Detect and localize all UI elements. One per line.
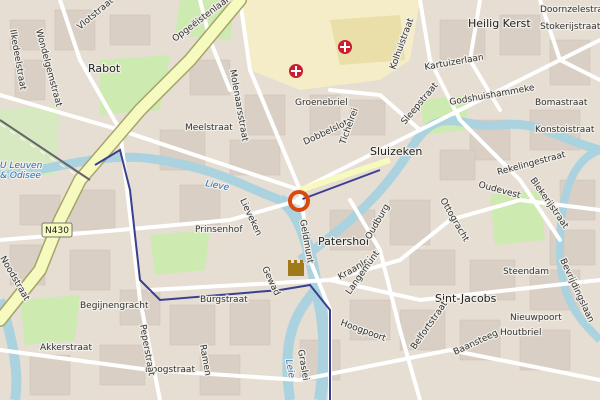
place-label-rabot: Rabot xyxy=(88,62,121,75)
street-label: Meelstraat xyxy=(185,123,233,133)
place-label-leuven: U Leuven & Odisee xyxy=(0,161,43,181)
street-label: Bomastraat xyxy=(535,98,588,108)
road-shield-label: N430 xyxy=(45,226,69,236)
street-label: Steendam xyxy=(503,267,549,277)
road-shield-n430: N430 xyxy=(41,222,73,238)
street-label: Stokerijstraat xyxy=(540,22,600,32)
street-label: Burgstraat xyxy=(200,295,248,305)
castle-icon[interactable] xyxy=(288,260,304,276)
map-canvas[interactable]: N430 Heilig Kerst Doornzelestraat Stoker… xyxy=(0,0,600,400)
map-view[interactable]: N430 Heilig Kerst Doornzelestraat Stoker… xyxy=(0,0,600,400)
street-label: Groenebriel xyxy=(295,98,348,108)
hospital-icon[interactable] xyxy=(338,40,352,54)
hospital-icon[interactable] xyxy=(289,64,303,78)
street-label: Begijnengracht xyxy=(80,301,149,311)
place-label-heilig-kerst: Heilig Kerst xyxy=(468,17,531,30)
street-label: Nieuwpoort xyxy=(510,313,562,323)
street-label: Prinsenhof xyxy=(195,225,243,235)
street-label: Doornzelestraat xyxy=(540,5,600,15)
place-label-sluizeken: Sluizeken xyxy=(370,145,422,158)
street-label: Konstoistraat xyxy=(535,125,595,135)
street-label: Akkerstraat xyxy=(40,343,92,353)
street-label: Houtbriel xyxy=(500,328,541,338)
place-label-patershol: Patershol xyxy=(318,235,369,248)
